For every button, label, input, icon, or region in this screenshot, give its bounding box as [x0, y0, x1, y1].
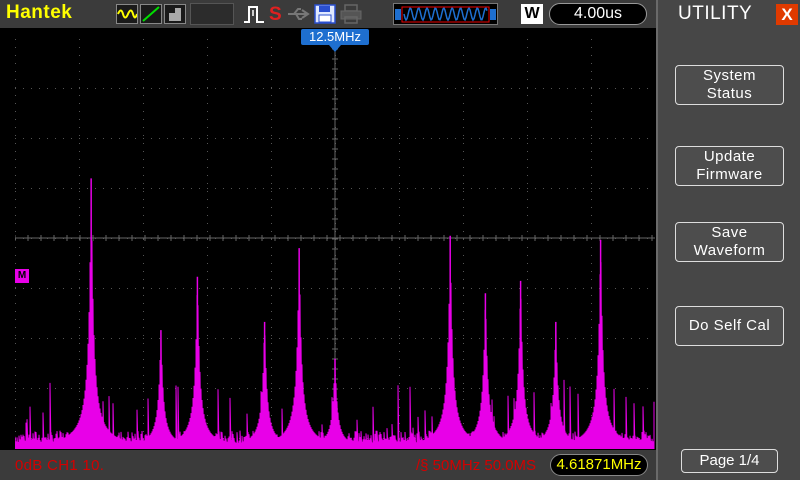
trigger-pulse-icon: [243, 4, 265, 28]
button-label: Do Self Cal: [688, 317, 771, 334]
menu-title: UTILITY: [678, 3, 753, 24]
save-waveform-button[interactable]: Save Waveform: [675, 222, 784, 262]
utility-menu: UTILITY X System Status Update Firmware Sa…: [656, 0, 800, 480]
floppy-icon: [314, 4, 336, 28]
button-label-line1: System: [702, 67, 756, 84]
frequency-readout: 4.61871MHz: [550, 454, 648, 476]
svg-text:S: S: [269, 4, 282, 24]
system-status-button[interactable]: System Status: [675, 65, 784, 105]
sine-wave-icon[interactable]: [116, 4, 138, 24]
channel-info: 0dB CH1 10.: [15, 457, 105, 474]
do-self-cal-button[interactable]: Do Self Cal: [675, 306, 784, 346]
timebase-readout: 4.00us: [549, 3, 647, 25]
update-firmware-button[interactable]: Update Firmware: [675, 146, 784, 186]
fill-icon[interactable]: [164, 4, 186, 24]
scope-display: M: [15, 39, 655, 449]
button-label-line1: Save: [711, 224, 748, 241]
button-label-line2: Waveform: [693, 242, 766, 259]
trigger-frequency-marker[interactable]: 12.5MHz: [301, 29, 369, 45]
window-mode-badge[interactable]: W: [521, 4, 543, 24]
button-label-line1: Update: [703, 148, 756, 165]
page-indicator[interactable]: Page 1/4: [681, 449, 778, 473]
usb-icon: [286, 4, 312, 28]
mode-placeholder: [190, 3, 234, 25]
waveform-strip-icon: [393, 3, 498, 25]
button-label-line2: Status: [706, 85, 753, 102]
close-button[interactable]: X: [776, 4, 798, 25]
fft-info: /§ 50MHz 50.0MS: [416, 457, 537, 474]
trigger-arrow-icon: [329, 45, 341, 52]
ramp-icon[interactable]: [140, 4, 162, 24]
printer-icon: [340, 4, 362, 28]
scope-graticule: [15, 39, 655, 449]
brand-logo: Hantek: [6, 2, 73, 23]
save-s-icon: S: [268, 2, 284, 28]
button-label-line2: Firmware: [696, 166, 763, 183]
channel-marker[interactable]: M: [15, 269, 29, 283]
